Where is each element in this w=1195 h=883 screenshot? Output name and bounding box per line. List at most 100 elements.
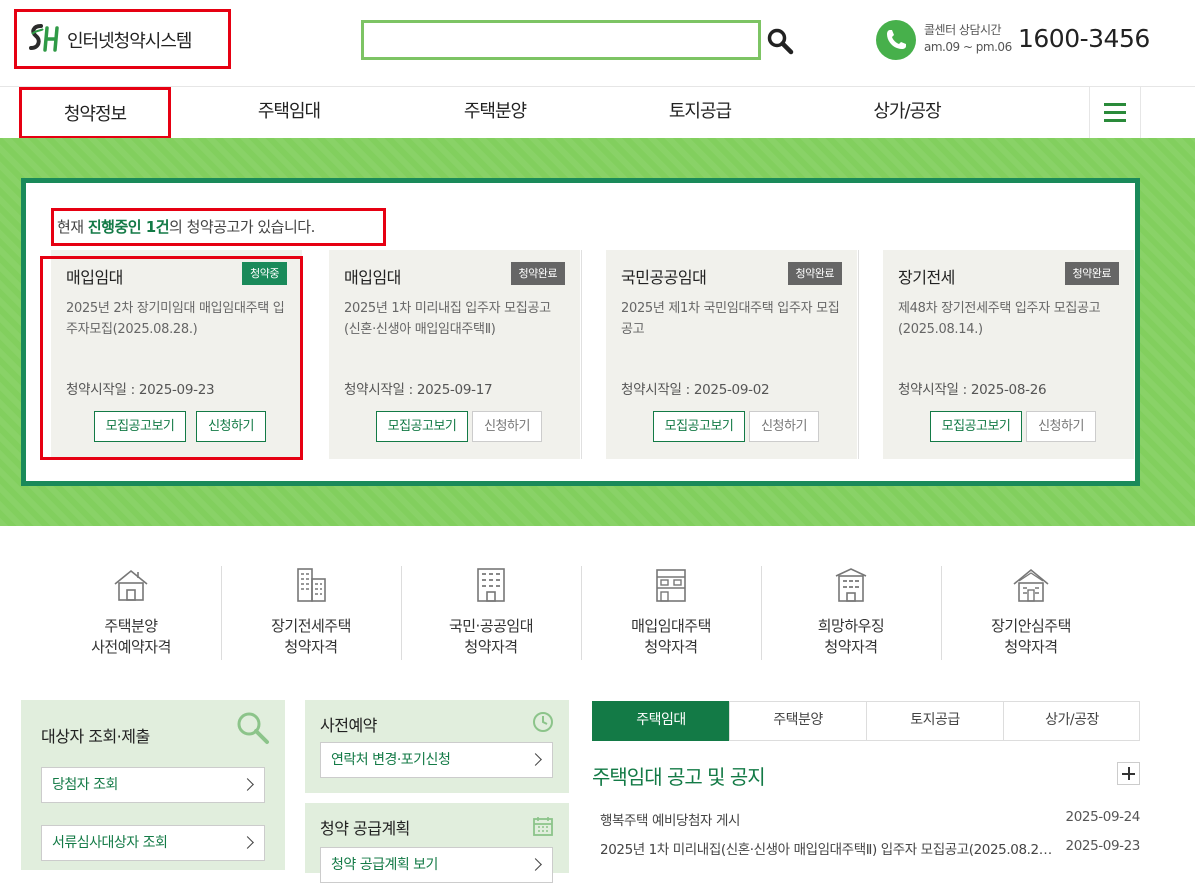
supply-plan-box: 청약 공급계획 청약 공급계획 보기 — [305, 803, 569, 883]
nav-item-land[interactable]: 토지공급 — [625, 87, 775, 139]
list-item[interactable]: 2025년 1차 미리내집(신혼·신생아 매입임대주택Ⅱ) 입주자 모집공고(2… — [592, 838, 1140, 860]
winner-lookup-link[interactable]: 당첨자 조회 — [41, 767, 265, 803]
contact-change-link[interactable]: 연락처 변경·포기신청 — [320, 742, 553, 778]
status-badge: 청약완료 — [510, 262, 565, 285]
card-divider — [858, 250, 859, 459]
apartment-icon — [297, 568, 326, 602]
quick-link-sublabel: 청약자격 — [824, 638, 878, 656]
townhouse-icon — [656, 569, 686, 602]
quick-link-safe-housing[interactable]: 장기안심주택 청약자격 — [941, 566, 1121, 660]
apply-button[interactable]: 신청하기 — [1026, 411, 1096, 442]
status-badge: 청약완료 — [787, 262, 842, 285]
hamburger-menu-icon[interactable] — [1089, 87, 1141, 139]
card-type: 매입임대 — [344, 268, 401, 287]
building-icon — [477, 568, 505, 602]
site-logo[interactable]: 인터넷청약시스템 — [14, 9, 231, 69]
home-safe-icon — [1013, 568, 1049, 602]
announcement-card: 매입임대 청약완료 2025년 1차 미리내집 입주자 모집공고(신혼·신생아 … — [329, 250, 580, 459]
announcement-panel: 현재 진행중인 1건의 청약공고가 있습니다. 매입임대 청약중 2025년 2… — [21, 178, 1140, 486]
sh-logo-icon — [29, 24, 59, 52]
quick-link-label: 매입임대주택 — [631, 617, 711, 635]
quick-link-public-rental[interactable]: 국민·공공임대청약자격 — [401, 566, 581, 660]
search-input[interactable] — [364, 23, 758, 57]
announcement-band: 현재 진행중인 1건의 청약공고가 있습니다. 매입임대 청약중 2025년 2… — [0, 138, 1195, 526]
nav-item-commercial[interactable]: 상가/공장 — [832, 87, 982, 139]
tab-sale[interactable]: 주택분양 — [729, 701, 866, 741]
ongoing-notice: 현재 진행중인 1건의 청약공고가 있습니다. — [51, 208, 386, 246]
nav-item-sale[interactable]: 주택분양 — [420, 87, 570, 139]
notice-title[interactable]: 2025년 1차 미리내집(신혼·신생아 매입임대주택Ⅱ) 입주자 모집공고(2… — [600, 838, 1055, 858]
applicant-lookup-box: 대상자 조회·제출 당첨자 조회 서류심사대상자 조회 — [21, 700, 285, 870]
card-type: 국민공공임대 — [621, 268, 707, 287]
quick-link-sublabel: 사전예약자격 — [91, 638, 171, 656]
announcement-card: 매입임대 청약중 2025년 2차 장기미임대 매입임대주택 입주자모집(202… — [51, 250, 302, 459]
card-title[interactable]: 2025년 제1차 국민임대주택 입주자 모집공고 — [621, 298, 843, 340]
tab-commercial[interactable]: 상가/공장 — [1003, 701, 1140, 741]
card-type: 매입임대 — [66, 268, 123, 287]
pre-reservation-box: 사전예약 연락처 변경·포기신청 — [305, 700, 569, 793]
call-center-hours: 콜센터 상담시간 am.09 ~ pm.06 — [924, 22, 1012, 56]
card-start-date: 청약시작일 : 2025-09-23 — [66, 382, 215, 398]
document-review-lookup-link[interactable]: 서류심사대상자 조회 — [41, 825, 265, 861]
quick-link-sublabel: 청약자격 — [284, 638, 338, 656]
box-title: 청약 공급계획 — [320, 819, 410, 838]
link-label: 연락처 변경·포기신청 — [331, 752, 451, 768]
nav-item-info[interactable]: 청약정보 — [19, 87, 171, 139]
search-box — [361, 20, 761, 60]
call-number: 1600-3456 — [1018, 24, 1150, 53]
notice-date: 2025-09-23 — [1065, 838, 1141, 854]
view-notice-button[interactable]: 모집공고보기 — [930, 411, 1022, 442]
notice-suffix: 의 청약공고가 있습니다. — [169, 218, 315, 236]
status-badge: 청약완료 — [1064, 262, 1119, 285]
quick-link-sublabel: 청약자격 — [644, 638, 698, 656]
chevron-right-icon — [529, 858, 542, 871]
box-title: 사전예약 — [320, 716, 377, 735]
card-start-date: 청약시작일 : 2025-08-26 — [898, 382, 1047, 398]
logo-text: 인터넷청약시스템 — [67, 31, 192, 52]
list-item[interactable]: 행복주택 예비당첨자 게시 2025-09-24 — [592, 809, 1140, 831]
main-navigation: 청약정보 주택임대 주택분양 토지공급 상가/공장 — [0, 86, 1195, 139]
view-notice-button[interactable]: 모집공고보기 — [376, 411, 468, 442]
chevron-right-icon — [241, 836, 254, 849]
card-title[interactable]: 2025년 1차 미리내집 입주자 모집공고(신혼·신생아 매입임대주택Ⅱ) — [344, 298, 566, 340]
nav-item-rental[interactable]: 주택임대 — [214, 87, 364, 139]
card-type: 장기전세 — [898, 268, 955, 287]
tab-land[interactable]: 토지공급 — [866, 701, 1003, 741]
house-icon — [114, 569, 148, 601]
card-start-date: 청약시작일 : 2025-09-02 — [621, 382, 770, 398]
apply-button[interactable]: 신청하기 — [196, 411, 266, 442]
notice-title[interactable]: 행복주택 예비당첨자 게시 — [600, 809, 1055, 829]
chevron-right-icon — [529, 753, 542, 766]
quick-link-label: 국민·공공임대 — [448, 617, 534, 635]
chevron-right-icon — [241, 778, 254, 791]
quick-link-sublabel: 청약자격 — [464, 638, 518, 656]
quick-link-presale[interactable]: 주택분양사전예약자격 — [41, 566, 221, 660]
tab-rental[interactable]: 주택임대 — [592, 701, 729, 741]
quick-link-purchase-rental[interactable]: 매입임대주택청약자격 — [581, 566, 761, 660]
card-divider — [581, 250, 582, 459]
magnifier-icon — [237, 712, 269, 744]
search-icon[interactable] — [765, 26, 795, 56]
card-start-date: 청약시작일 : 2025-09-17 — [344, 382, 493, 398]
apply-button[interactable]: 신청하기 — [749, 411, 819, 442]
quick-link-sublabel: 청약자격 — [1004, 638, 1058, 656]
board-tabs: 주택임대 주택분양 토지공급 상가/공장 — [592, 701, 1140, 741]
card-title[interactable]: 2025년 2차 장기미임대 매입임대주택 입주자모집(2025.08.28.) — [66, 298, 288, 340]
view-notice-button[interactable]: 모집공고보기 — [653, 411, 745, 442]
quick-link-label: 주택분양 — [104, 617, 158, 635]
more-plus-icon[interactable] — [1117, 762, 1140, 785]
quick-link-label: 장기전세주택 — [271, 617, 351, 635]
announcement-card: 국민공공임대 청약완료 2025년 제1차 국민임대주택 입주자 모집공고 청약… — [606, 250, 857, 459]
quick-link-long-term-lease[interactable]: 장기전세주택청약자격 — [221, 566, 401, 660]
view-notice-button[interactable]: 모집공고보기 — [94, 411, 186, 442]
notice-date: 2025-09-24 — [1065, 809, 1141, 825]
quick-link-hope-housing[interactable]: 희망하우징 청약자격 — [761, 566, 941, 660]
apply-button[interactable]: 신청하기 — [472, 411, 542, 442]
board-title: 주택임대 공고 및 공지 — [592, 765, 766, 789]
supply-plan-link[interactable]: 청약 공급계획 보기 — [320, 847, 553, 883]
link-label: 당첨자 조회 — [52, 777, 118, 793]
call-center-time: am.09 ~ pm.06 — [924, 40, 1012, 54]
link-label: 청약 공급계획 보기 — [331, 857, 438, 873]
call-center-label: 콜센터 상담시간 — [924, 23, 1002, 37]
card-title[interactable]: 제48차 장기전세주택 입주자 모집공고(2025.08.14.) — [898, 298, 1120, 340]
